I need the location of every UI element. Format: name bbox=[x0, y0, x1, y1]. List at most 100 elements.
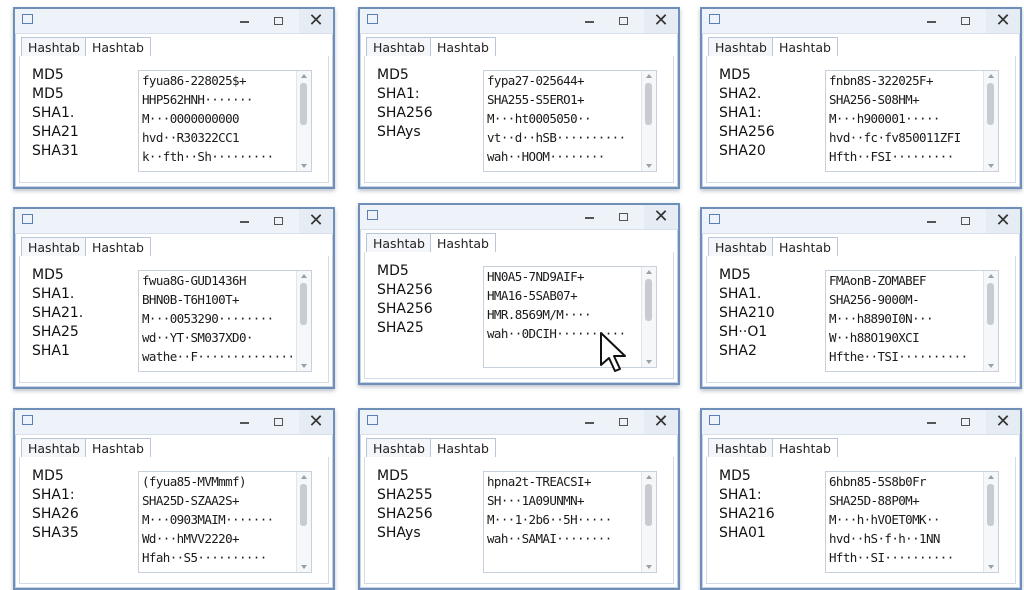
hash-value[interactable]: M···0053290········ bbox=[142, 309, 292, 328]
hash-value[interactable]: Wd···hMVV2220+ bbox=[142, 529, 292, 548]
hashtab-window[interactable]: ✕ Hashtab Hashtab MD5 MD5 SHA1. SHA21 SHA31 … bbox=[13, 7, 335, 189]
scroll-down-icon[interactable] bbox=[301, 565, 307, 569]
close-button[interactable]: ✕ bbox=[986, 209, 1020, 233]
maximize-button[interactable] bbox=[948, 9, 982, 33]
scroll-up-icon[interactable] bbox=[301, 74, 307, 78]
tab-hashtab-1[interactable]: Hashtab bbox=[366, 37, 432, 57]
minimize-button[interactable] bbox=[572, 205, 606, 229]
hash-value[interactable]: HMR.8569M/M···· bbox=[487, 305, 637, 324]
hash-value[interactable]: Hfthe··TSI·········· bbox=[829, 347, 979, 366]
hash-value[interactable]: fnbn8S-322025F+ bbox=[829, 71, 979, 90]
tab-hashtab-2[interactable]: Hashtab bbox=[85, 237, 151, 258]
title-bar[interactable]: ✕ bbox=[15, 9, 333, 34]
tab-hashtab-1[interactable]: Hashtab bbox=[21, 37, 87, 57]
scroll-thumb[interactable] bbox=[300, 83, 307, 125]
hash-value[interactable]: BHN0B-T6H100T+ bbox=[142, 290, 292, 309]
scrollbar[interactable] bbox=[983, 271, 998, 371]
hash-value[interactable]: wathe··F·············· bbox=[142, 347, 292, 366]
minimize-button[interactable] bbox=[227, 9, 261, 33]
hash-value[interactable]: M···0000000000 bbox=[142, 109, 292, 128]
scroll-thumb[interactable] bbox=[645, 484, 652, 526]
maximize-button[interactable] bbox=[606, 410, 640, 434]
maximize-button[interactable] bbox=[606, 205, 640, 229]
scroll-thumb[interactable] bbox=[987, 83, 994, 125]
scroll-up-icon[interactable] bbox=[988, 74, 994, 78]
hash-values-field[interactable]: fyua86-228025$+ HHP562HNH······· M···00000… bbox=[138, 70, 312, 172]
scroll-thumb[interactable] bbox=[300, 484, 307, 526]
scroll-up-icon[interactable] bbox=[988, 274, 994, 278]
title-bar[interactable]: ✕ bbox=[702, 410, 1020, 435]
title-bar[interactable]: ✕ bbox=[702, 209, 1020, 234]
title-bar[interactable]: ✕ bbox=[360, 410, 678, 435]
hash-value[interactable]: M···1·2b6··5H····· bbox=[487, 510, 637, 529]
scroll-down-icon[interactable] bbox=[988, 565, 994, 569]
tab-hashtab-1[interactable]: Hashtab bbox=[708, 237, 774, 257]
hashtab-window[interactable]: ✕ Hashtab Hashtab MD5 SHA1. SHA210 SH··O1 SH… bbox=[700, 207, 1022, 389]
close-button[interactable]: ✕ bbox=[644, 410, 678, 434]
scrollbar[interactable] bbox=[641, 472, 656, 572]
hash-values-field[interactable]: (fyua85-MVMmmf) SHA25D-SZAA2S+ M···0903MAI… bbox=[138, 471, 312, 573]
scroll-down-icon[interactable] bbox=[646, 360, 652, 364]
hash-value[interactable]: fyua86-228025$+ bbox=[142, 71, 292, 90]
maximize-button[interactable] bbox=[261, 9, 295, 33]
hash-value[interactable]: Hfth··SI·········· bbox=[829, 548, 979, 567]
hashtab-window[interactable]: ✕ Hashtab Hashtab MD5 SHA2. SHA1: SHA256 SHA… bbox=[700, 7, 1022, 189]
scrollbar[interactable] bbox=[296, 472, 311, 572]
scroll-thumb[interactable] bbox=[645, 279, 652, 321]
minimize-button[interactable] bbox=[572, 410, 606, 434]
hashtab-window[interactable]: ✕ Hashtab Hashtab MD5 SHA1: SHA26 SHA35 (fy… bbox=[13, 408, 335, 590]
title-bar[interactable]: ✕ bbox=[702, 9, 1020, 34]
hash-values-field[interactable]: FMAonB-ZOMABEF SHA256-9000M- M···h8890I0N·… bbox=[825, 270, 999, 372]
hash-value[interactable]: fwua8G-GUD1436H bbox=[142, 271, 292, 290]
scroll-down-icon[interactable] bbox=[988, 364, 994, 368]
tab-hashtab-2[interactable]: Hashtab bbox=[430, 233, 496, 254]
tab-hashtab-1[interactable]: Hashtab bbox=[708, 37, 774, 57]
hashtab-window[interactable]: ✕ Hashtab Hashtab MD5 SHA1. SHA21. SHA25 SHA… bbox=[13, 207, 335, 389]
title-bar[interactable]: ✕ bbox=[360, 9, 678, 34]
hash-value[interactable]: SHA256-S08HM+ bbox=[829, 90, 979, 109]
tab-hashtab-1[interactable]: Hashtab bbox=[366, 233, 432, 253]
hash-value[interactable]: hpna2t-TREACSI+ bbox=[487, 472, 637, 491]
scrollbar[interactable] bbox=[641, 71, 656, 171]
hash-values-field[interactable]: fnbn8S-322025F+ SHA256-S08HM+ M···h900001·… bbox=[825, 70, 999, 172]
tab-hashtab-2[interactable]: Hashtab bbox=[85, 37, 151, 58]
scroll-thumb[interactable] bbox=[987, 283, 994, 325]
hash-values-field[interactable]: 6hbn85-5S8b0Fr SHA25D-88P0M+ M···h·hVOET0M… bbox=[825, 471, 999, 573]
scroll-down-icon[interactable] bbox=[646, 565, 652, 569]
hash-value[interactable]: SHA255-S5ERO1+ bbox=[487, 90, 637, 109]
hash-value[interactable]: hvd··hS·f·h··1NN bbox=[829, 529, 979, 548]
hash-value[interactable]: HHP562HNH······· bbox=[142, 90, 292, 109]
hash-value[interactable]: M···h·hVOET0MK·· bbox=[829, 510, 979, 529]
scroll-down-icon[interactable] bbox=[301, 164, 307, 168]
hashtab-window[interactable]: ✕ Hashtab Hashtab MD5 SHA256 SHA256 SHA25 H… bbox=[358, 203, 680, 385]
minimize-button[interactable] bbox=[914, 410, 948, 434]
hash-value[interactable]: hvd··R30322CC1 bbox=[142, 128, 292, 147]
hash-value[interactable]: hvd··fc·fv850011ZFI bbox=[829, 128, 979, 147]
hash-value[interactable]: HMA16-5SAB07+ bbox=[487, 286, 637, 305]
scrollbar[interactable] bbox=[641, 267, 656, 367]
hash-values-field[interactable]: fwua8G-GUD1436H BHN0B-T6H100T+ M···0053290… bbox=[138, 270, 312, 372]
hash-value[interactable]: M···ht0005050·· bbox=[487, 109, 637, 128]
tab-hashtab-2[interactable]: Hashtab bbox=[772, 37, 838, 58]
scroll-down-icon[interactable] bbox=[988, 164, 994, 168]
hash-value[interactable]: M···h8890I0N··· bbox=[829, 309, 979, 328]
hash-value[interactable]: SHA25D-SZAA2S+ bbox=[142, 491, 292, 510]
close-button[interactable]: ✕ bbox=[299, 9, 333, 33]
minimize-button[interactable] bbox=[227, 410, 261, 434]
scrollbar[interactable] bbox=[296, 271, 311, 371]
tab-hashtab-1[interactable]: Hashtab bbox=[21, 438, 87, 458]
hash-value[interactable]: W··h88O190XCI bbox=[829, 328, 979, 347]
title-bar[interactable]: ✕ bbox=[15, 410, 333, 435]
tab-hashtab-2[interactable]: Hashtab bbox=[430, 438, 496, 459]
hash-value[interactable]: SHA25D-88P0M+ bbox=[829, 491, 979, 510]
scroll-down-icon[interactable] bbox=[301, 364, 307, 368]
hash-value[interactable]: wah··SAMAI········ bbox=[487, 529, 637, 548]
minimize-button[interactable] bbox=[227, 209, 261, 233]
tab-hashtab-2[interactable]: Hashtab bbox=[85, 438, 151, 459]
scroll-up-icon[interactable] bbox=[988, 475, 994, 479]
hash-value[interactable]: vt··d··hSB·········· bbox=[487, 128, 637, 147]
tab-hashtab-1[interactable]: Hashtab bbox=[21, 237, 87, 257]
minimize-button[interactable] bbox=[572, 9, 606, 33]
hash-value[interactable]: Hfth··FSI········· bbox=[829, 147, 979, 166]
hash-value[interactable]: FMAonB-ZOMABEF bbox=[829, 271, 979, 290]
